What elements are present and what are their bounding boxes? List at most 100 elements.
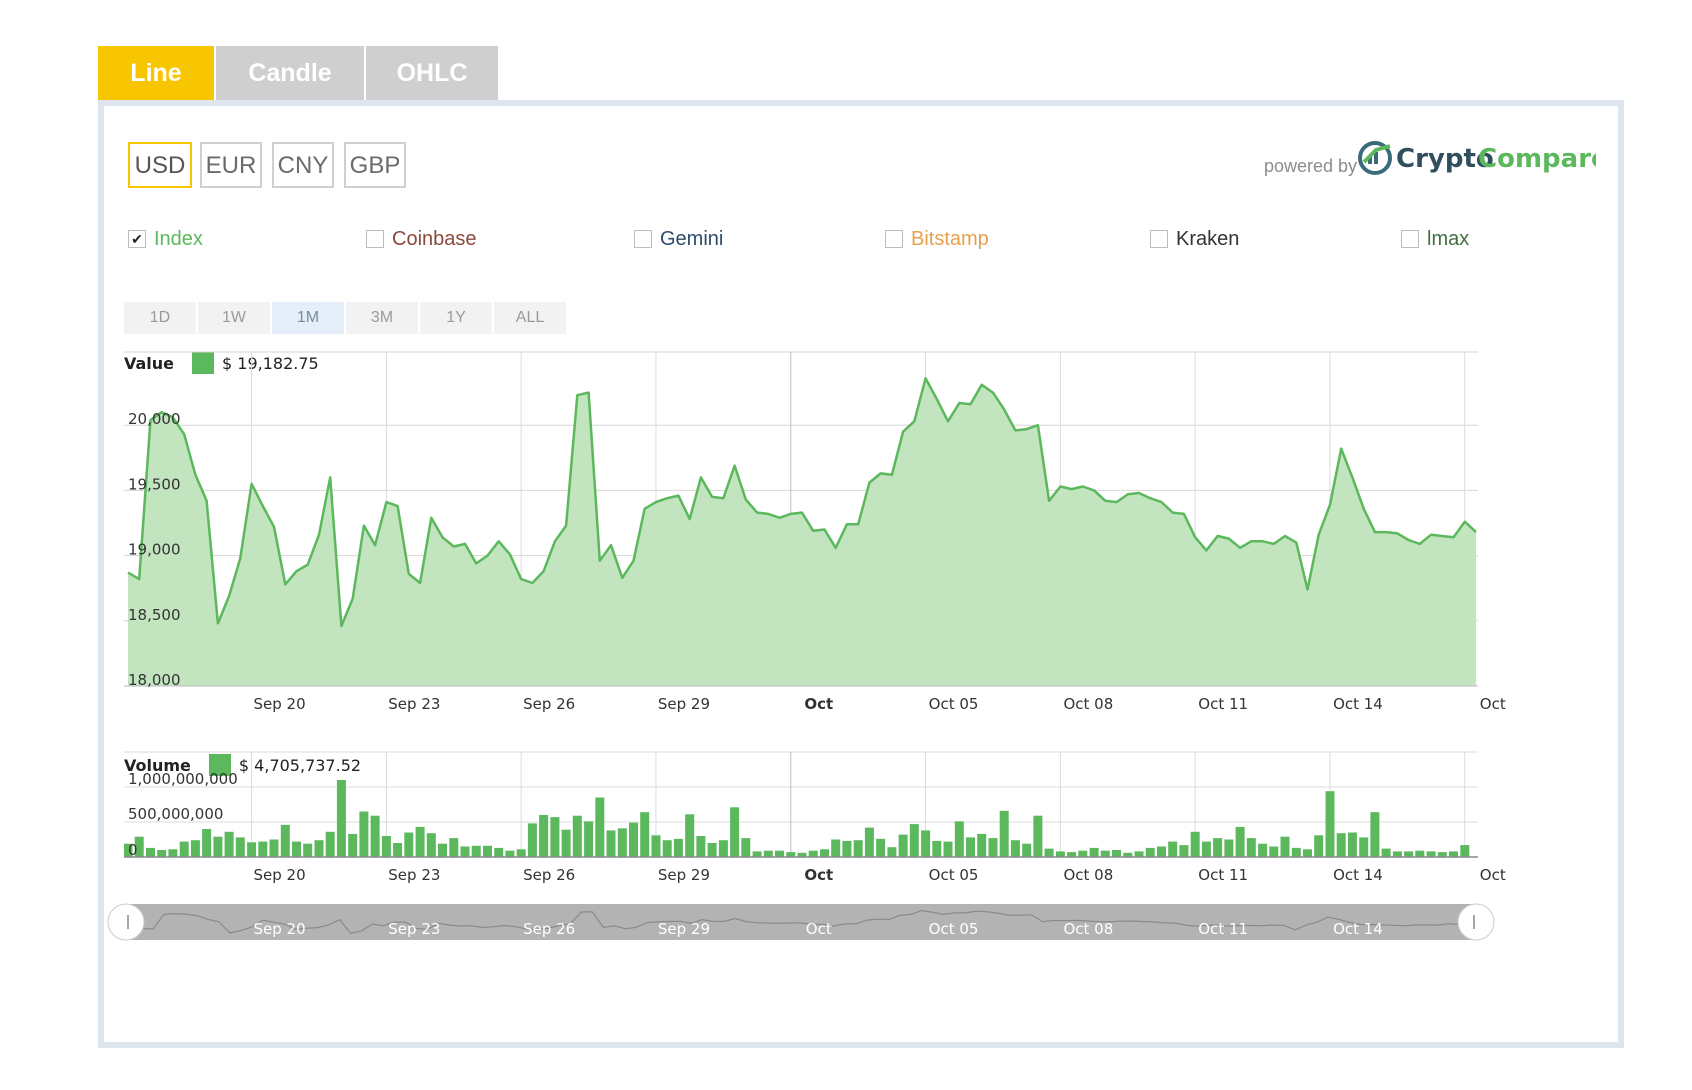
volume-bar	[1291, 847, 1301, 857]
volume-bar	[741, 838, 751, 857]
price-x-tick-label: Sep 26	[523, 695, 575, 713]
volume-bar	[1269, 846, 1279, 857]
volume-bar	[1415, 850, 1425, 857]
volume-bar	[1449, 851, 1458, 857]
volume-bar	[707, 843, 717, 857]
volume-y-tick-label: 500,000,000	[128, 805, 223, 823]
volume-bar	[853, 840, 863, 857]
volume-bar	[876, 838, 886, 857]
volume-bar	[820, 849, 829, 857]
volume-bar	[157, 850, 167, 857]
volume-bar	[887, 847, 897, 857]
volume-bar	[651, 835, 661, 857]
volume-bar	[1089, 847, 1099, 857]
price-x-tick-label: Oct 08	[1063, 695, 1113, 713]
volume-bar	[516, 849, 526, 857]
volume-bar	[336, 780, 346, 857]
volume-bar	[831, 839, 841, 857]
navigator-background	[124, 904, 1478, 940]
chart-panel: USD EUR CNY GBP powered by Crypto Compar…	[98, 100, 1624, 1048]
volume-bar	[471, 845, 481, 857]
volume-bar	[1134, 851, 1144, 857]
price-x-tick-label: Oct 14	[1333, 695, 1383, 713]
volume-bar	[1201, 841, 1211, 857]
navigator-label: Oct 11	[1198, 920, 1248, 938]
volume-bar	[1010, 840, 1020, 857]
price-x-tick-label: Sep 20	[253, 695, 305, 713]
price-x-tick-label: Sep 29	[658, 695, 710, 713]
volume-bar	[213, 836, 223, 857]
price-x-tick-label: Sep 23	[388, 695, 440, 713]
volume-bar	[842, 840, 852, 857]
volume-bar	[449, 838, 459, 857]
volume-bar	[539, 815, 549, 857]
tab-line[interactable]: Line	[98, 46, 214, 100]
volume-y-tick-label: 0	[128, 841, 138, 859]
volume-bar	[235, 837, 245, 857]
volume-bar	[404, 832, 414, 857]
tab-ohlc[interactable]: OHLC	[366, 46, 498, 100]
volume-bar	[415, 826, 425, 857]
volume-bar	[1100, 850, 1110, 857]
volume-bar	[1213, 838, 1223, 857]
volume-bar	[393, 843, 403, 857]
volume-bar	[954, 821, 964, 857]
volume-bar	[550, 817, 560, 857]
volume-bar	[673, 838, 683, 857]
volume-bar	[617, 828, 627, 857]
volume-bar	[595, 797, 605, 857]
price-x-tick-label: Oct 11	[1198, 695, 1248, 713]
volume-x-tick-label: Oct	[804, 866, 833, 884]
volume-x-tick-label: Oct 05	[929, 866, 979, 884]
volume-bar	[898, 834, 908, 857]
navigator-label: Oct 14	[1333, 920, 1383, 938]
volume-x-tick-label: Sep 20	[253, 866, 305, 884]
volume-bar	[730, 807, 740, 857]
volume-bar	[696, 836, 706, 857]
volume-bar	[370, 815, 380, 857]
volume-bar	[1179, 845, 1189, 857]
volume-bar	[426, 833, 436, 857]
volume-bar	[752, 851, 762, 857]
price-y-tick-label: 20,000	[128, 410, 181, 428]
volume-bar	[909, 824, 919, 857]
volume-bar	[718, 840, 728, 857]
volume-bar	[1314, 835, 1324, 857]
volume-bar	[1168, 841, 1178, 857]
volume-bar	[943, 841, 953, 857]
volume-bar	[1280, 836, 1290, 857]
volume-bar	[1404, 851, 1414, 857]
volume-bar	[190, 840, 200, 857]
volume-x-tick-label: Oct 08	[1063, 866, 1113, 884]
navigator-left-handle-icon	[107, 903, 145, 941]
volume-x-tick-label: Oct	[1480, 866, 1506, 884]
volume-bar	[258, 841, 268, 857]
volume-bar	[1336, 833, 1346, 857]
volume-bar	[1347, 832, 1357, 857]
volume-bar	[1246, 838, 1256, 857]
volume-bar	[438, 843, 447, 857]
navigator-label: Oct 08	[1063, 920, 1113, 938]
price-volume-charts[interactable]: 20,000 19,500 19,000 18,500 18,000 Sep 20 Sep …	[104, 106, 1618, 1042]
volume-bar	[606, 830, 616, 857]
volume-bar	[460, 846, 470, 857]
volume-bar	[1235, 826, 1245, 857]
volume-bar	[1381, 848, 1391, 857]
volume-x-tick-label: Sep 29	[658, 866, 710, 884]
volume-bar	[1044, 848, 1054, 857]
volume-x-tick-label: Oct 11	[1198, 866, 1248, 884]
volume-bar	[584, 821, 594, 857]
volume-x-tick-label: Sep 26	[523, 866, 575, 884]
volume-bar	[1078, 850, 1088, 857]
price-y-tick-label: 18,000	[128, 671, 181, 689]
volume-bar	[1145, 847, 1155, 857]
volume-bar	[1190, 831, 1200, 857]
volume-bar	[1359, 837, 1369, 857]
volume-x-tick-label: Oct 14	[1333, 866, 1383, 884]
volume-x-tick-label: Sep 23	[388, 866, 440, 884]
volume-bar	[381, 836, 391, 857]
volume-bar	[1460, 845, 1470, 857]
tab-candle[interactable]: Candle	[216, 46, 364, 100]
volume-bar	[966, 837, 975, 857]
volume-bar	[505, 850, 515, 857]
